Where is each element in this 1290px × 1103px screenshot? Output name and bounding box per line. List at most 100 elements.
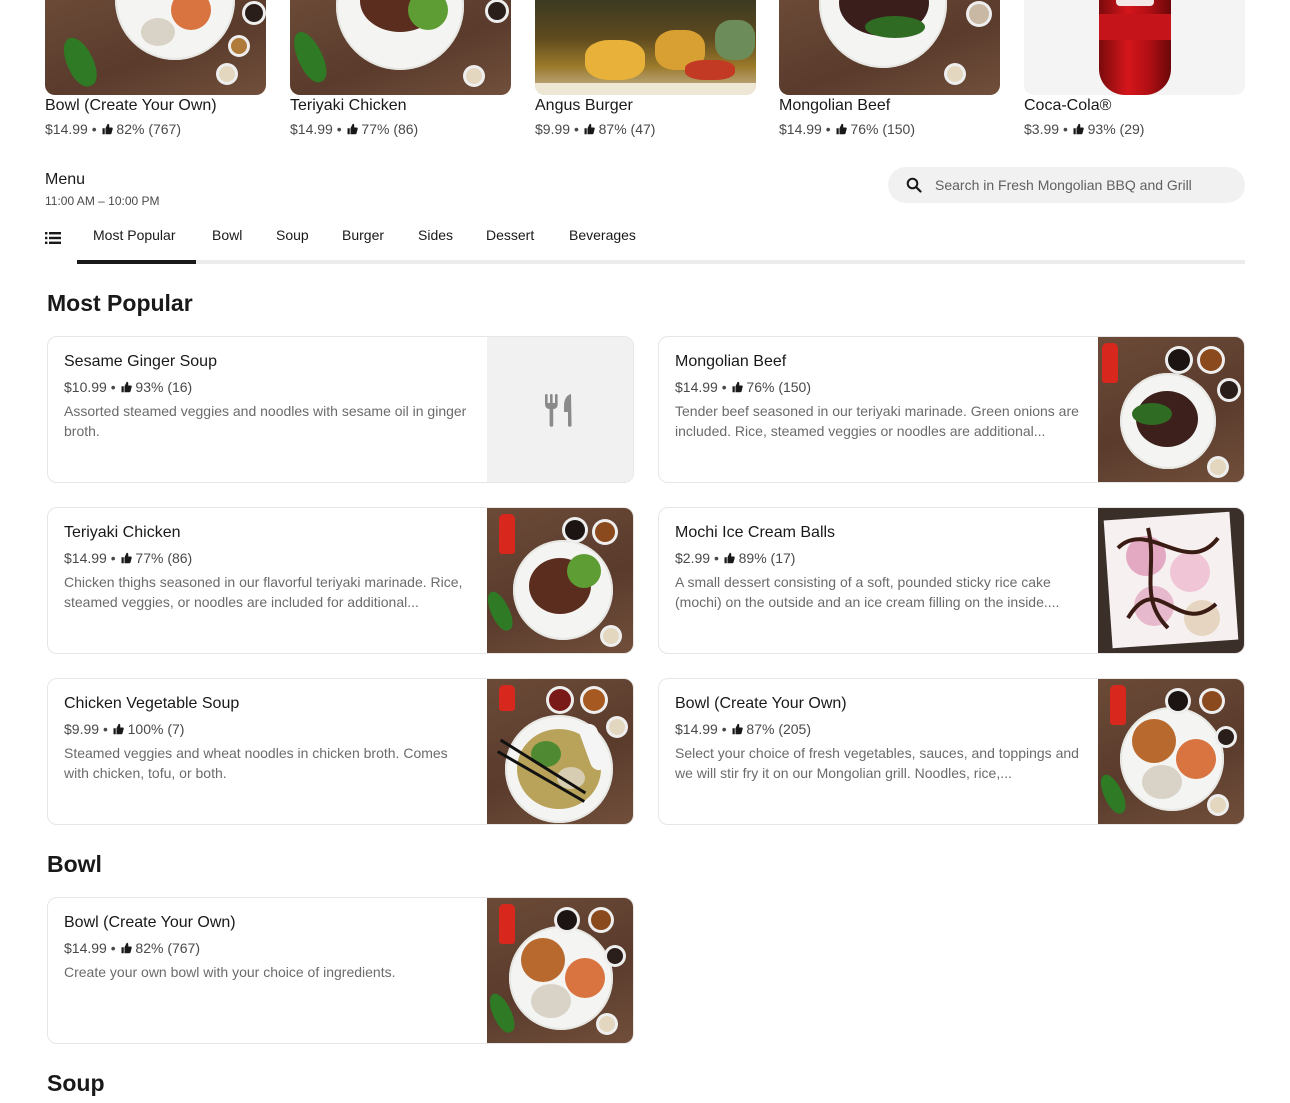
featured-item-image [779,0,1000,95]
item-image [1098,337,1244,482]
featured-item-name: Coca-Cola® [1024,97,1112,114]
separator: • [721,721,727,737]
menu-search-bar[interactable] [888,167,1245,203]
rating: 82% (767) [135,940,200,956]
separator: • [110,940,116,956]
item-name: Bowl (Create Your Own) [675,695,847,712]
thumbs-up-icon [120,552,132,564]
rating: 82% (767) [116,121,181,137]
menu-item-card[interactable]: Bowl (Create Your Own) $14.99 • 87% (205… [658,678,1245,825]
featured-item-name: Bowl (Create Your Own) [45,97,217,114]
price: $9.99 [535,121,571,137]
item-description: Tender beef seasoned in our teriyaki mar… [675,403,1079,439]
item-meta: $14.99 • 87% (205) [675,721,811,737]
menu-item-card[interactable]: Teriyaki Chicken $14.99 • 77% (86) Chick… [47,507,634,654]
menu-item-card[interactable]: Sesame Ginger Soup $10.99 • 93% (16) Ass… [47,336,634,483]
item-meta: $9.99 • 100% (7) [64,721,184,737]
price: $2.99 [675,550,711,566]
tabs-rail [77,260,1245,264]
item-image-placeholder [487,337,633,482]
rating: 87% (205) [746,721,811,737]
item-meta: $14.99 • 76% (150) [675,379,811,395]
item-description: A small dessert consisting of a soft, po… [675,574,1060,610]
item-name: Teriyaki Chicken [64,524,181,541]
tab-beverages[interactable]: Beverages [569,227,636,243]
featured-item-bowl[interactable]: Bowl (Create Your Own) $14.99 • 82% (767… [45,0,266,140]
price: $14.99 [675,721,718,737]
featured-item-meta: $14.99 • 76% (150) [779,121,915,137]
item-name: Chicken Vegetable Soup [64,695,240,712]
menu-category-tabs: Most Popular Bowl Soup Burger Sides Dess… [45,222,1245,264]
featured-item-coca-cola[interactable]: Coca-Cola® $3.99 • 93% (29) [1024,0,1245,140]
featured-item-meta: $9.99 • 87% (47) [535,121,655,137]
separator: • [721,379,727,395]
price: $14.99 [64,550,107,566]
item-image [487,508,633,653]
section-title-bowl: Bowl [47,851,102,877]
item-name: Sesame Ginger Soup [64,353,217,370]
featured-item-name: Teriyaki Chicken [290,97,407,114]
tab-most-popular[interactable]: Most Popular [93,227,175,243]
menu-search-input[interactable] [935,167,1230,203]
featured-item-image [290,0,511,95]
active-tab-indicator [77,260,196,264]
menu-item-card[interactable]: Mochi Ice Cream Balls $2.99 • 89% (17) A… [658,507,1245,654]
item-meta: $10.99 • 93% (16) [64,379,192,395]
featured-item-image [45,0,266,95]
price: $10.99 [64,379,107,395]
tab-bowl[interactable]: Bowl [212,227,242,243]
price: $14.99 [64,940,107,956]
menu-item-card[interactable]: Chicken Vegetable Soup $9.99 • 100% (7) … [47,678,634,825]
tab-sides[interactable]: Sides [418,227,453,243]
rating: 76% (150) [850,121,915,137]
item-meta: $2.99 • 89% (17) [675,550,795,566]
thumbs-up-icon [835,123,847,135]
rating: 89% (17) [738,550,796,566]
item-description: Steamed veggies and wheat noodles in chi… [64,745,448,781]
featured-item-meta: $3.99 • 93% (29) [1024,121,1144,137]
featured-item-meta: $14.99 • 77% (86) [290,121,418,137]
item-description: Assorted steamed veggies and noodles wit… [64,403,467,439]
menu-item-card[interactable]: Bowl (Create Your Own) $14.99 • 82% (767… [47,897,634,1044]
tab-burger[interactable]: Burger [342,227,384,243]
item-description: Select your choice of fresh vegetables, … [675,745,1079,781]
featured-item-name: Angus Burger [535,97,633,114]
separator: • [713,550,719,566]
featured-item-name: Mongolian Beef [779,97,891,114]
thumbs-up-icon [101,123,113,135]
category-list-icon[interactable] [45,231,61,245]
price: $9.99 [64,721,100,737]
separator: • [110,550,116,566]
featured-item-teriyaki-chicken[interactable]: Teriyaki Chicken $14.99 • 77% (86) [290,0,511,140]
rating: 77% (86) [361,121,419,137]
utensils-icon [545,394,572,427]
item-description: Chicken thighs seasoned in our flavorful… [64,574,463,610]
price: $14.99 [45,121,88,137]
featured-item-meta: $14.99 • 82% (767) [45,121,181,137]
thumbs-up-icon [731,381,743,393]
item-name: Bowl (Create Your Own) [64,914,236,931]
featured-item-image [535,0,756,95]
item-meta: $14.99 • 77% (86) [64,550,192,566]
featured-items-carousel: Bowl (Create Your Own) $14.99 • 82% (767… [45,0,1245,140]
featured-item-angus-burger[interactable]: Angus Burger $9.99 • 87% (47) [535,0,756,140]
separator: • [1062,121,1068,137]
separator: • [336,121,342,137]
item-meta: $14.99 • 82% (767) [64,940,200,956]
tab-dessert[interactable]: Dessert [486,227,534,243]
menu-item-card[interactable]: Mongolian Beef $14.99 • 76% (150) Tender… [658,336,1245,483]
thumbs-up-icon [120,942,132,954]
price: $3.99 [1024,121,1060,137]
tab-soup[interactable]: Soup [276,227,309,243]
item-name: Mochi Ice Cream Balls [675,524,836,541]
item-image [1098,679,1244,824]
item-image [487,898,633,1043]
price: $14.99 [779,121,822,137]
menu-hours: 11:00 AM – 10:00 PM [45,194,160,208]
thumbs-up-icon [346,123,358,135]
featured-item-mongolian-beef[interactable]: Mongolian Beef $14.99 • 76% (150) [779,0,1000,140]
thumbs-up-icon [120,381,132,393]
rating: 76% (150) [746,379,811,395]
rating: 93% (29) [1087,121,1145,137]
thumbs-up-icon [731,723,743,735]
